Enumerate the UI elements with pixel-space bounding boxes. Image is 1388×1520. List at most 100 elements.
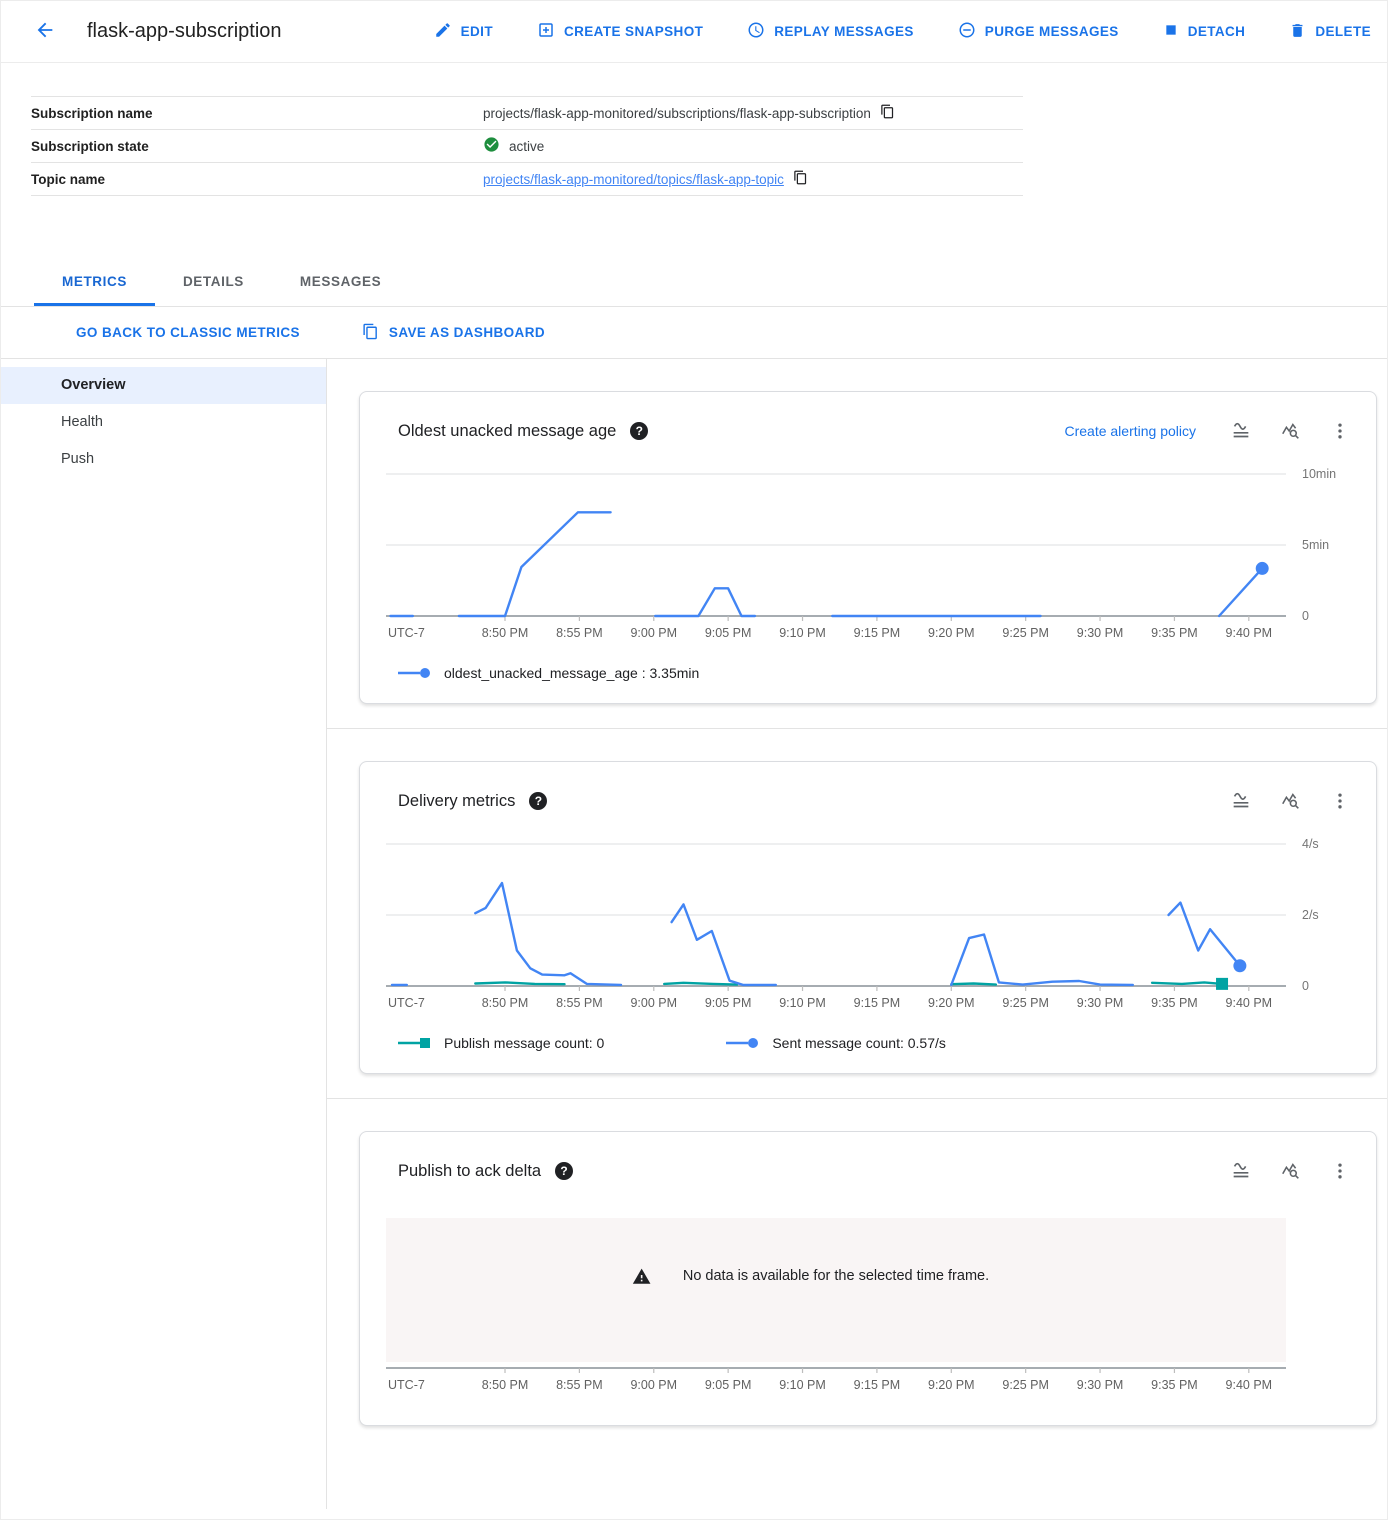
copy-icon: [880, 104, 895, 122]
legend-item: Sent message count: 0.57/s: [724, 1035, 946, 1051]
chart-legend: Publish message count: 0 Sent message co…: [396, 1035, 1350, 1051]
svg-text:10min: 10min: [1302, 467, 1336, 481]
edit-icon: [434, 21, 452, 42]
more-options-icon[interactable]: [1330, 1161, 1350, 1181]
go-back-classic-metrics-link[interactable]: GO BACK TO CLASSIC METRICS: [76, 325, 300, 340]
sidebar-item-push[interactable]: Push: [1, 441, 326, 478]
create-snapshot-button[interactable]: CREATE SNAPSHOT: [537, 21, 703, 42]
svg-text:9:15 PM: 9:15 PM: [854, 1378, 901, 1392]
tabbar: METRICS DETAILS MESSAGES: [1, 260, 1387, 307]
svg-text:UTC-7: UTC-7: [388, 996, 425, 1010]
delete-button[interactable]: DELETE: [1289, 22, 1371, 42]
svg-text:9:40 PM: 9:40 PM: [1226, 626, 1273, 640]
tab-metrics[interactable]: METRICS: [34, 260, 155, 306]
legend-toggle-icon[interactable]: [1230, 1160, 1252, 1182]
svg-text:9:05 PM: 9:05 PM: [705, 996, 752, 1010]
create-alerting-policy-link[interactable]: Create alerting policy: [1064, 423, 1196, 439]
charts-main: Oldest unacked message age ? Create aler…: [327, 359, 1387, 1509]
help-icon[interactable]: ?: [529, 792, 547, 810]
sidebar-item-health[interactable]: Health: [1, 404, 326, 441]
svg-text:9:00 PM: 9:00 PM: [630, 626, 677, 640]
svg-text:9:15 PM: 9:15 PM: [854, 626, 901, 640]
svg-text:0: 0: [1302, 609, 1309, 623]
add-box-icon: [537, 21, 555, 42]
detach-button[interactable]: DETACH: [1163, 22, 1246, 41]
page-title: flask-app-subscription: [87, 20, 282, 43]
svg-text:9:35 PM: 9:35 PM: [1151, 996, 1198, 1010]
dashboard-copy-icon: [362, 323, 379, 343]
svg-text:9:25 PM: 9:25 PM: [1002, 1378, 1049, 1392]
metrics-sidebar: Overview Health Push: [1, 359, 327, 1509]
svg-text:UTC-7: UTC-7: [388, 626, 425, 640]
metrics-toolbar: GO BACK TO CLASSIC METRICS SAVE AS DASHB…: [1, 307, 1387, 359]
table-row: Subscription name projects/flask-app-mon…: [31, 97, 1023, 130]
help-icon[interactable]: ?: [555, 1162, 573, 1180]
topic-link[interactable]: projects/flask-app-monitored/topics/flas…: [483, 172, 784, 187]
svg-text:8:50 PM: 8:50 PM: [482, 996, 529, 1010]
svg-text:9:10 PM: 9:10 PM: [779, 626, 826, 640]
more-options-icon[interactable]: [1330, 421, 1350, 441]
chart-row: Publish to ack delta ? No data is availa…: [327, 1099, 1387, 1450]
metrics-explorer-icon[interactable]: [1280, 420, 1302, 442]
svg-text:9:30 PM: 9:30 PM: [1077, 1378, 1124, 1392]
copy-topic-name-button[interactable]: [793, 170, 808, 188]
status-check-icon: [483, 136, 500, 156]
svg-text:8:55 PM: 8:55 PM: [556, 996, 603, 1010]
copy-icon: [793, 170, 808, 188]
table-row: Topic name projects/flask-app-monitored/…: [31, 163, 1023, 196]
oldest-unacked-message-age-card: Oldest unacked message age ? Create aler…: [359, 391, 1377, 704]
chart-row: Delivery metrics ? 8:50 PM8:55 PM9:00 PM…: [327, 729, 1387, 1099]
publish-to-ack-delta-card: Publish to ack delta ? No data is availa…: [359, 1131, 1377, 1426]
svg-text:9:35 PM: 9:35 PM: [1151, 626, 1198, 640]
back-button[interactable]: [25, 12, 65, 52]
sidebar-item-overview[interactable]: Overview: [1, 367, 326, 404]
replay-messages-button[interactable]: REPLAY MESSAGES: [747, 21, 914, 42]
header-toolbar: flask-app-subscription EDIT CREATE SNAPS…: [1, 1, 1387, 63]
svg-text:9:10 PM: 9:10 PM: [779, 996, 826, 1010]
delivery-metrics-card: Delivery metrics ? 8:50 PM8:55 PM9:00 PM…: [359, 761, 1377, 1074]
svg-text:2/s: 2/s: [1302, 908, 1319, 922]
delivery-metrics-chart: 8:50 PM8:55 PM9:00 PM9:05 PM9:10 PM9:15 …: [386, 834, 1350, 1025]
svg-text:9:10 PM: 9:10 PM: [779, 1378, 826, 1392]
svg-text:8:55 PM: 8:55 PM: [556, 626, 603, 640]
chart-row: Oldest unacked message age ? Create aler…: [327, 359, 1387, 729]
header-actions: EDIT CREATE SNAPSHOT REPLAY MESSAGES PUR…: [434, 21, 1371, 42]
save-as-dashboard-button[interactable]: SAVE AS DASHBOARD: [362, 323, 545, 343]
back-arrow-icon: [34, 19, 56, 44]
svg-text:9:25 PM: 9:25 PM: [1002, 626, 1049, 640]
svg-text:9:00 PM: 9:00 PM: [630, 996, 677, 1010]
copy-subscription-name-button[interactable]: [880, 104, 895, 122]
svg-text:9:20 PM: 9:20 PM: [928, 1378, 975, 1392]
more-options-icon[interactable]: [1330, 791, 1350, 811]
purge-messages-button[interactable]: PURGE MESSAGES: [958, 21, 1119, 42]
svg-text:UTC-7: UTC-7: [388, 1378, 425, 1392]
svg-text:9:05 PM: 9:05 PM: [705, 626, 752, 640]
svg-text:9:00 PM: 9:00 PM: [630, 1378, 677, 1392]
svg-text:9:40 PM: 9:40 PM: [1226, 996, 1273, 1010]
tab-details[interactable]: DETAILS: [155, 260, 272, 306]
legend-toggle-icon[interactable]: [1230, 790, 1252, 812]
publish-to-ack-delta-chart: No data is available for the selected ti…: [386, 1216, 1350, 1407]
svg-text:9:40 PM: 9:40 PM: [1226, 1378, 1273, 1392]
svg-text:8:50 PM: 8:50 PM: [482, 626, 529, 640]
chart-title: Oldest unacked message age: [398, 422, 616, 441]
help-icon[interactable]: ?: [630, 422, 648, 440]
subscription-name-label: Subscription name: [31, 106, 483, 121]
topic-name-label: Topic name: [31, 172, 483, 187]
svg-text:9:05 PM: 9:05 PM: [705, 1378, 752, 1392]
chart-title: Publish to ack delta: [398, 1162, 541, 1181]
oldest-unacked-chart: 8:50 PM 8:55 PM 9:00 PM 9:05 PM 9:10 PM 9:15 …: [386, 464, 1350, 655]
svg-text:No data is available for the s: No data is available for the selected ti…: [683, 1268, 989, 1284]
edit-button[interactable]: EDIT: [434, 21, 493, 42]
legend-toggle-icon[interactable]: [1230, 420, 1252, 442]
subscription-info-table: Subscription name projects/flask-app-mon…: [31, 96, 1023, 196]
metrics-explorer-icon[interactable]: [1280, 1160, 1302, 1182]
svg-text:9:20 PM: 9:20 PM: [928, 626, 975, 640]
trash-icon: [1289, 22, 1306, 42]
remove-circle-icon: [958, 21, 976, 42]
svg-text:4/s: 4/s: [1302, 837, 1319, 851]
metrics-explorer-icon[interactable]: [1280, 790, 1302, 812]
tab-messages[interactable]: MESSAGES: [272, 260, 409, 306]
subscription-state-label: Subscription state: [31, 139, 483, 154]
svg-text:9:25 PM: 9:25 PM: [1002, 996, 1049, 1010]
